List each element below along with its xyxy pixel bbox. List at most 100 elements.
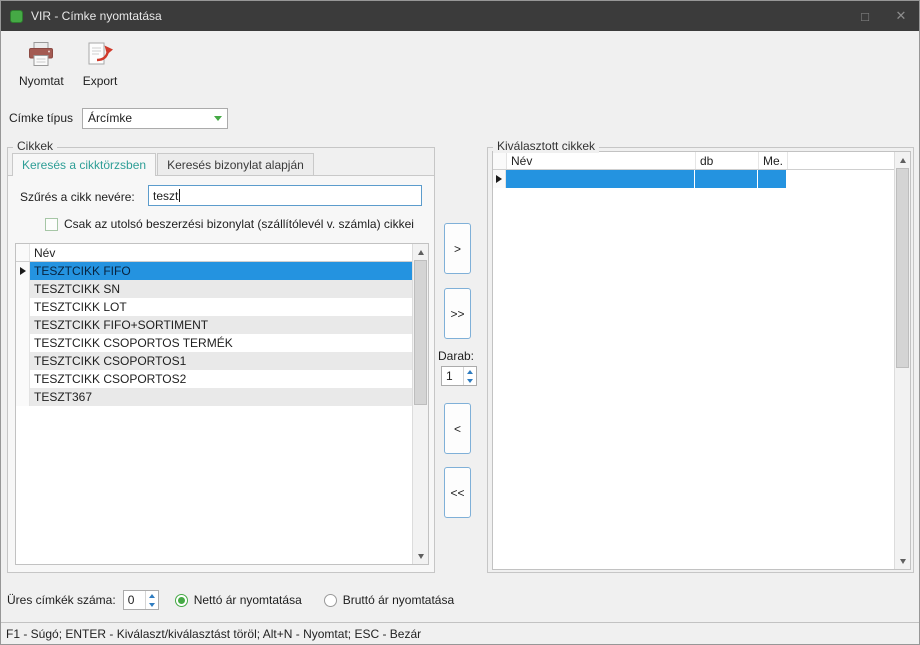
scroll-down-button[interactable]	[895, 553, 910, 569]
radio-brutto[interactable]: Bruttó ár nyomtatása	[324, 593, 454, 607]
table-row[interactable]	[493, 170, 894, 188]
scrollbar-thumb[interactable]	[896, 168, 909, 368]
remove-selected-button[interactable]: <	[444, 403, 471, 454]
cikkek-grid-body: TESZTCIKK FIFO TESZTCIKK SN TESZTCIKK LO…	[16, 262, 412, 564]
spin-up-button[interactable]	[146, 591, 158, 600]
app-window: VIR - Címke nyomtatása □ ✕ Nyomtat	[0, 0, 920, 645]
spin-down-icon	[149, 603, 155, 607]
status-bar: F1 - Súgó; ENTER - Kiválaszt/kiválasztás…	[1, 622, 919, 644]
label-type-value: Árcímke	[88, 111, 132, 125]
filter-input-value: teszt	[153, 189, 178, 203]
table-row[interactable]: TESZTCIKK CSOPORTOS1	[16, 352, 412, 370]
table-row[interactable]: TESZT367	[16, 388, 412, 406]
table-row[interactable]: TESZTCIKK FIFO	[16, 262, 412, 280]
scroll-down-icon	[900, 559, 906, 564]
label-type-dropdown[interactable]: Árcímke	[82, 108, 228, 129]
scrollbar-track[interactable]	[413, 260, 428, 548]
cikkek-grid-header: Név	[16, 244, 412, 262]
window-title: VIR - Címke nyomtatása	[31, 9, 162, 23]
vertical-scrollbar[interactable]	[894, 152, 910, 569]
current-row-indicator	[493, 170, 506, 188]
add-all-button[interactable]: >>	[444, 288, 471, 339]
indicator-column-header	[16, 244, 30, 261]
row-arrow-icon	[496, 175, 502, 183]
label-type-label: Címke típus	[9, 111, 82, 125]
filter-input[interactable]: teszt	[148, 185, 422, 206]
table-row[interactable]: TESZTCIKK SN	[16, 280, 412, 298]
titlebar: VIR - Címke nyomtatása □ ✕	[1, 1, 919, 31]
spin-up-icon	[467, 370, 473, 374]
column-header-db[interactable]: db	[696, 152, 759, 169]
kivalasztott-grid-header: Név db Me.	[493, 152, 894, 170]
quantity-stepper[interactable]: 1	[441, 366, 477, 386]
empty-labels-value: 0	[124, 591, 145, 609]
spin-up-button[interactable]	[464, 367, 476, 376]
radio-unchecked-icon[interactable]	[324, 594, 337, 607]
kivalasztott-groupbox: Kiválasztott cikkek Név db Me.	[487, 147, 914, 573]
radio-netto-label: Nettó ár nyomtatása	[194, 593, 302, 607]
bottom-controls: Üres címkék száma: 0 Nettó ár nyomtatása…	[7, 589, 454, 611]
tab-kereses-cikktorzsben[interactable]: Keresés a cikktörzsben	[12, 153, 156, 176]
current-row-indicator	[16, 262, 30, 280]
spin-up-icon	[149, 594, 155, 598]
cikktorzs-tab-page: Szűrés a cikk nevére: teszt Csak az utol…	[8, 175, 434, 572]
status-bar-text: F1 - Súgó; ENTER - Kiválaszt/kiválasztás…	[6, 627, 421, 641]
export-button[interactable]: Export	[75, 38, 126, 91]
scroll-up-button[interactable]	[895, 152, 910, 168]
kivalasztott-grid: Név db Me.	[492, 151, 911, 570]
empty-labels-label: Üres címkék száma:	[7, 593, 116, 607]
cikkek-groupbox: Cikkek Keresés a cikktörzsben Keresés bi…	[7, 147, 435, 573]
printer-icon	[26, 41, 56, 71]
chevron-down-icon	[214, 116, 222, 121]
table-row[interactable]: TESZTCIKK CSOPORTOS2	[16, 370, 412, 388]
export-button-label: Export	[83, 74, 118, 88]
search-tabs: Keresés a cikktörzsben Keresés bizonylat…	[12, 153, 315, 176]
table-row[interactable]: TESZTCIKK FIFO+SORTIMENT	[16, 316, 412, 334]
column-header-me[interactable]: Me.	[759, 152, 788, 169]
maximize-button[interactable]: □	[847, 1, 883, 31]
window-controls: □ ✕	[847, 1, 919, 31]
radio-checked-icon[interactable]	[175, 594, 188, 607]
scrollbar-track[interactable]	[895, 168, 910, 553]
last-purchase-checkbox-row[interactable]: Csak az utolsó beszerzési bizonylat (szá…	[45, 217, 414, 231]
scroll-up-icon	[900, 158, 906, 163]
cikkek-grid: Név TESZTCIKK FIFO TESZTCIKK SN TESZTCIK…	[15, 243, 429, 565]
app-icon	[10, 10, 23, 23]
label-type-row: Címke típus Árcímke	[9, 107, 228, 129]
close-button[interactable]: ✕	[883, 1, 919, 31]
quantity-label: Darab:	[438, 349, 474, 363]
scrollbar-thumb[interactable]	[414, 260, 427, 405]
quantity-value: 1	[442, 367, 463, 385]
table-row[interactable]: TESZTCIKK CSOPORTOS TERMÉK	[16, 334, 412, 352]
remove-all-button[interactable]: <<	[444, 467, 471, 518]
print-button-label: Nyomtat	[19, 74, 64, 88]
kivalasztott-grid-body	[493, 170, 894, 569]
filter-label: Szűrés a cikk nevére:	[20, 190, 135, 204]
cikkek-group-title: Cikkek	[13, 139, 57, 153]
radio-brutto-label: Bruttó ár nyomtatása	[343, 593, 454, 607]
print-button[interactable]: Nyomtat	[11, 38, 72, 91]
radio-netto[interactable]: Nettó ár nyomtatása	[175, 593, 302, 607]
indicator-column-header	[493, 152, 507, 169]
column-header-nev[interactable]: Név	[30, 244, 412, 261]
scroll-down-icon	[418, 554, 424, 559]
text-caret	[179, 189, 180, 202]
toolbar: Nyomtat Export	[1, 31, 919, 97]
empty-labels-stepper[interactable]: 0	[123, 590, 159, 610]
spin-down-icon	[467, 379, 473, 383]
spin-down-button[interactable]	[464, 376, 476, 385]
column-header-nev[interactable]: Név	[507, 152, 696, 169]
export-icon	[86, 41, 114, 71]
checkbox-icon[interactable]	[45, 218, 58, 231]
row-arrow-icon	[20, 267, 26, 275]
tab-kereses-bizonylat[interactable]: Keresés bizonylat alapján	[157, 153, 314, 175]
spin-down-button[interactable]	[146, 600, 158, 609]
scroll-up-button[interactable]	[413, 244, 428, 260]
kivalasztott-group-title: Kiválasztott cikkek	[493, 139, 599, 153]
scroll-down-button[interactable]	[413, 548, 428, 564]
vertical-scrollbar[interactable]	[412, 244, 428, 564]
table-row[interactable]: TESZTCIKK LOT	[16, 298, 412, 316]
scroll-up-icon	[418, 250, 424, 255]
add-selected-button[interactable]: >	[444, 223, 471, 274]
last-purchase-checkbox-label: Csak az utolsó beszerzési bizonylat (szá…	[64, 217, 414, 231]
